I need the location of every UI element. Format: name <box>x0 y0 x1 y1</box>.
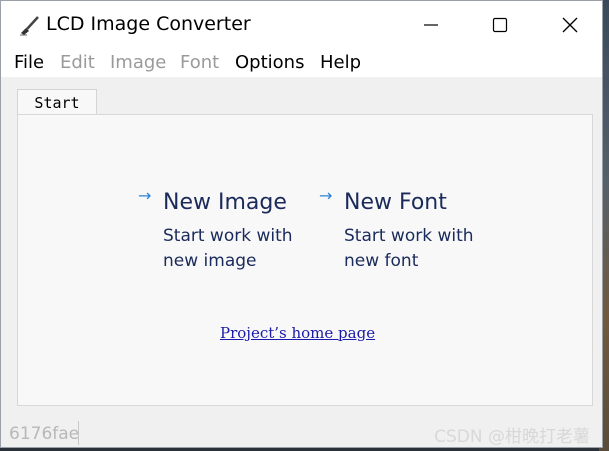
menu-bar: File Edit Image Font Options Help <box>1 49 602 77</box>
new-image-action[interactable]: → New Image Start work with new image <box>138 186 308 276</box>
new-image-title[interactable]: New Image <box>163 190 287 215</box>
menu-font[interactable]: Font <box>180 52 219 73</box>
menu-image[interactable]: Image <box>110 52 166 73</box>
new-font-description: Start work with new font <box>344 224 484 274</box>
minimize-icon <box>424 24 438 26</box>
menu-help[interactable]: Help <box>320 52 361 73</box>
project-home-link[interactable]: Project’s home page <box>220 324 375 342</box>
minimize-button[interactable] <box>396 1 466 49</box>
app-window: LCD Image Converter File Edit Image Font… <box>0 0 603 448</box>
tab-start[interactable]: Start <box>17 89 97 115</box>
arrow-right-icon: → <box>319 186 333 205</box>
maximize-icon <box>492 17 508 33</box>
menu-file[interactable]: File <box>14 52 44 73</box>
new-image-desc-line2: new image <box>163 251 257 271</box>
new-image-description: Start work with new image <box>163 224 303 274</box>
new-image-desc-line1: Start work with <box>163 226 293 246</box>
maximize-button[interactable] <box>465 1 535 49</box>
close-icon <box>562 17 578 33</box>
new-font-desc-line1: Start work with <box>344 226 474 246</box>
title-bar[interactable]: LCD Image Converter <box>1 1 602 49</box>
close-button[interactable] <box>535 1 605 49</box>
menu-options[interactable]: Options <box>235 52 304 73</box>
window-title: LCD Image Converter <box>46 13 251 35</box>
arrow-right-icon: → <box>138 186 152 205</box>
new-font-desc-line2: new font <box>344 251 419 271</box>
status-divider <box>78 421 79 445</box>
new-font-title[interactable]: New Font <box>344 190 447 215</box>
status-text: 6176fae <box>9 424 80 444</box>
menu-edit[interactable]: Edit <box>60 52 95 73</box>
brush-icon <box>18 14 40 36</box>
new-font-action[interactable]: → New Font Start work with new font <box>319 186 489 276</box>
watermark-text: CSDN @柑晚打老薯 <box>434 427 590 447</box>
